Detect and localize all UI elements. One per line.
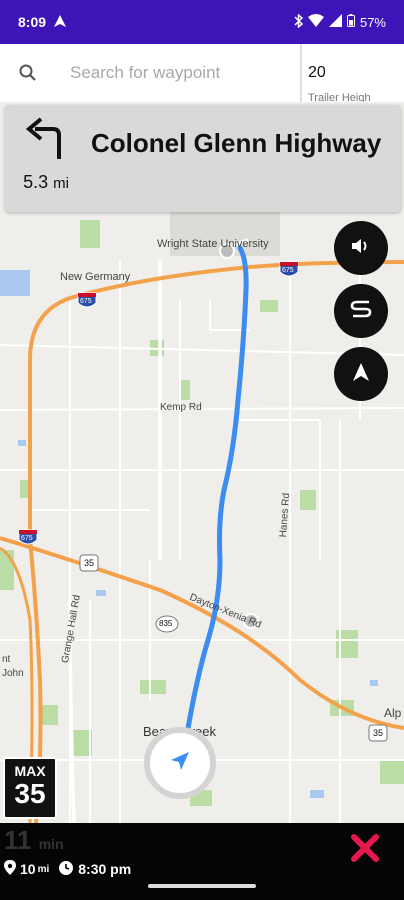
clock-icon [59, 860, 74, 878]
close-icon [350, 834, 380, 867]
end-navigation-button[interactable] [350, 833, 386, 869]
navigation-status-icon [54, 14, 67, 30]
map-label-kemp-rd: Kemp Rd [160, 402, 202, 413]
turn-instruction-card[interactable]: 5.3 mi Colonel Glenn Highway [5, 105, 401, 212]
map-label-alp: Alp [384, 706, 402, 720]
map-label-new-germany: New Germany [60, 271, 131, 283]
eta-minutes-unit: min [38, 836, 64, 852]
remaining-distance: 10 [20, 861, 36, 877]
trip-summary-bar[interactable]: 11 min 10 mi 8:30 pm [0, 823, 404, 900]
turn-distance-value: 5.3 [23, 172, 49, 192]
home-indicator[interactable] [148, 884, 256, 888]
map-label-john: John [2, 668, 24, 679]
status-bar: 8:09 57% [0, 0, 404, 44]
turn-distance: 5.3 mi [23, 172, 69, 193]
route-line [183, 245, 249, 743]
search-icon[interactable] [0, 63, 56, 83]
turn-road-name: Colonel Glenn Highway [91, 128, 382, 158]
north-arrow-icon [353, 362, 369, 386]
waypoint-search-input[interactable] [70, 63, 290, 83]
turn-left-arrow-icon [25, 117, 67, 166]
search-box [0, 44, 302, 102]
navigation-arrow-icon [169, 750, 191, 777]
eta-minutes-value: 11 [4, 825, 32, 855]
sound-button[interactable] [334, 221, 388, 275]
trailer-height-panel[interactable]: 20 Trailer Heigh [302, 44, 404, 104]
search-row: 20 Trailer Heigh [0, 44, 404, 104]
bluetooth-icon [294, 12, 304, 31]
speaker-icon [351, 237, 371, 260]
route-icon [349, 299, 373, 324]
shield-i675-label: 675 [80, 298, 92, 305]
battery-icon [346, 14, 355, 30]
speed-limit-value: 35 [14, 778, 46, 809]
recenter-location-button[interactable] [144, 727, 216, 799]
shield-i675-label: 675 [21, 535, 33, 542]
signal-icon [328, 14, 342, 30]
remaining-distance-unit: mi [37, 863, 50, 875]
map-label-university: Wright State University [157, 238, 269, 250]
route-overview-button[interactable] [334, 284, 388, 338]
highway-shields [18, 261, 388, 742]
eta-minutes: 11 min [4, 825, 64, 856]
turn-icon-block: 5.3 mi [5, 105, 87, 212]
shield-i675-label: 675 [282, 267, 294, 274]
shield-us35-label: 35 [84, 558, 95, 568]
trailer-height-value[interactable]: 20 [308, 64, 398, 82]
wifi-icon [307, 14, 324, 30]
battery-percent: 57% [359, 14, 386, 30]
status-icons: 57% [294, 12, 386, 31]
speed-limit-sign: MAX 35 [3, 757, 57, 819]
speed-limit-label: MAX [14, 763, 46, 779]
location-pin-icon [4, 860, 16, 878]
arrival-time: 8:30 pm [78, 861, 132, 877]
shield-us35-label: 35 [373, 728, 384, 738]
turn-distance-unit: mi [53, 175, 69, 192]
status-time: 8:09 [18, 14, 47, 30]
shield-835-label: 835 [159, 619, 173, 628]
trip-details: 10 mi 8:30 pm [4, 860, 131, 878]
map-label-nt: nt [2, 654, 11, 665]
compass-button[interactable] [334, 347, 388, 401]
